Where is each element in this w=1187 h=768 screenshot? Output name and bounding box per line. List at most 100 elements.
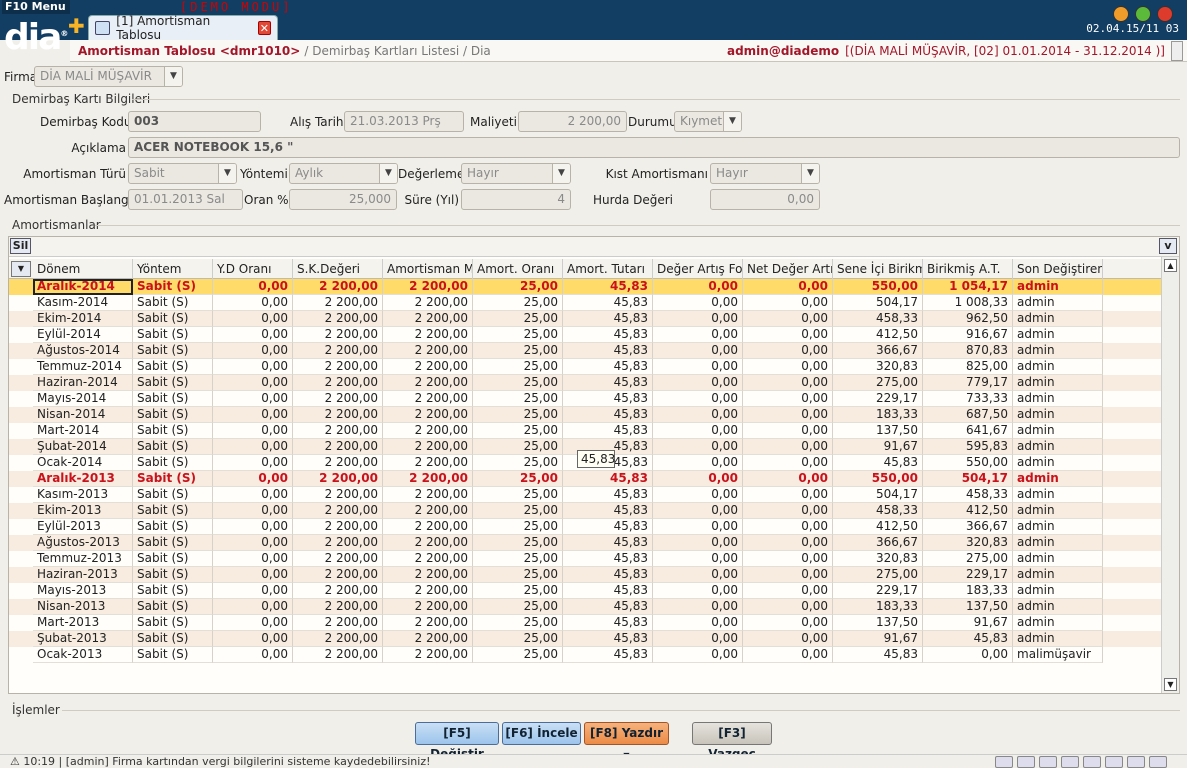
table-cell[interactable]: 45,83: [563, 279, 653, 295]
table-cell[interactable]: admin: [1013, 455, 1103, 471]
table-cell[interactable]: 25,00: [473, 583, 563, 599]
table-cell[interactable]: 45,83: [563, 583, 653, 599]
table-cell[interactable]: 0,00: [743, 359, 833, 375]
table-cell[interactable]: 45,83: [833, 647, 923, 663]
column-header[interactable]: Y.D Oranı: [213, 259, 293, 279]
table-cell[interactable]: 2 200,00: [383, 503, 473, 519]
table-cell[interactable]: 0,00: [743, 295, 833, 311]
table-cell[interactable]: 45,83: [563, 647, 653, 663]
column-menu-button[interactable]: v: [1159, 238, 1177, 254]
table-cell[interactable]: 45,83: [563, 503, 653, 519]
help-icon[interactable]: [995, 756, 1013, 768]
table-cell[interactable]: 0,00: [213, 279, 293, 295]
table-cell[interactable]: 45,83: [563, 423, 653, 439]
table-cell[interactable]: 0,00: [653, 423, 743, 439]
table-row[interactable]: Ocak-2013 Sabit (S) 0,00 2 200,00 2 200,00 25…: [9, 647, 1161, 663]
table-cell[interactable]: 366,67: [833, 535, 923, 551]
table-cell[interactable]: 320,83: [833, 359, 923, 375]
table-cell[interactable]: 0,00: [653, 455, 743, 471]
table-cell[interactable]: malimüşavir: [1013, 647, 1103, 663]
table-cell[interactable]: 0,00: [743, 599, 833, 615]
maximize-icon[interactable]: [1135, 6, 1151, 22]
table-cell[interactable]: 962,50: [923, 311, 1013, 327]
table-cell[interactable]: Mart-2014: [33, 423, 133, 439]
table-cell[interactable]: 595,83: [923, 439, 1013, 455]
table-cell[interactable]: Sabit (S): [133, 487, 213, 503]
table-cell[interactable]: admin: [1013, 471, 1103, 487]
table-cell[interactable]: 25,00: [473, 439, 563, 455]
vertical-scrollbar[interactable]: ▲ ▼: [1161, 257, 1179, 693]
table-cell[interactable]: 0,00: [653, 519, 743, 535]
table-cell[interactable]: 25,00: [473, 391, 563, 407]
table-cell[interactable]: 0,00: [213, 391, 293, 407]
table-cell[interactable]: 0,00: [743, 343, 833, 359]
table-cell[interactable]: admin: [1013, 359, 1103, 375]
table-cell[interactable]: 412,50: [833, 327, 923, 343]
table-cell[interactable]: 25,00: [473, 551, 563, 567]
table-cell[interactable]: 91,67: [833, 439, 923, 455]
table-cell[interactable]: 0,00: [743, 647, 833, 663]
table-cell[interactable]: 183,33: [923, 583, 1013, 599]
table-cell[interactable]: 45,83: [563, 327, 653, 343]
tab-close-icon[interactable]: ✕: [257, 21, 271, 35]
table-cell[interactable]: Aralık-2014: [33, 279, 133, 295]
table-cell[interactable]: 25,00: [473, 295, 563, 311]
table-cell[interactable]: admin: [1013, 503, 1103, 519]
table-cell[interactable]: 2 200,00: [293, 487, 383, 503]
table-cell[interactable]: 2 200,00: [383, 311, 473, 327]
table-cell[interactable]: Eylül-2013: [33, 519, 133, 535]
tab-amortisman-tablosu[interactable]: [1] Amortisman Tablosu ✕: [88, 14, 278, 42]
amortisman-turu-select[interactable]: Sabit ▼: [128, 163, 237, 184]
degerleme-select[interactable]: Hayır ▼: [461, 163, 571, 184]
table-cell[interactable]: 229,17: [833, 583, 923, 599]
table-cell[interactable]: 0,00: [743, 311, 833, 327]
table-cell[interactable]: 2 200,00: [293, 567, 383, 583]
table-cell[interactable]: admin: [1013, 343, 1103, 359]
table-row[interactable]: Eylül-2013 Sabit (S) 0,00 2 200,00 2 200,00 2…: [9, 519, 1161, 535]
table-cell[interactable]: 25,00: [473, 407, 563, 423]
table-cell[interactable]: 2 200,00: [293, 551, 383, 567]
table-cell[interactable]: 0,00: [653, 295, 743, 311]
table-cell[interactable]: 2 200,00: [293, 599, 383, 615]
table-cell[interactable]: 275,00: [833, 567, 923, 583]
table-cell[interactable]: 0,00: [653, 359, 743, 375]
table-cell[interactable]: 25,00: [473, 487, 563, 503]
table-cell[interactable]: 25,00: [473, 327, 563, 343]
table-cell[interactable]: 687,50: [923, 407, 1013, 423]
table-cell[interactable]: 0,00: [653, 631, 743, 647]
table-cell[interactable]: 2 200,00: [293, 439, 383, 455]
table-cell[interactable]: 825,00: [923, 359, 1013, 375]
table-cell[interactable]: 0,00: [743, 503, 833, 519]
table-cell[interactable]: 412,50: [923, 503, 1013, 519]
table-cell[interactable]: 25,00: [473, 343, 563, 359]
table-cell[interactable]: 0,00: [213, 423, 293, 439]
user-icon[interactable]: [1083, 756, 1101, 768]
table-cell[interactable]: Sabit (S): [133, 583, 213, 599]
table-cell[interactable]: 2 200,00: [383, 567, 473, 583]
alis-tarihi-field[interactable]: 21.03.2013 Prş: [344, 111, 464, 132]
table-cell[interactable]: admin: [1013, 279, 1103, 295]
table-cell[interactable]: 0,00: [213, 583, 293, 599]
table-cell[interactable]: Kasım-2013: [33, 487, 133, 503]
chevron-down-icon[interactable]: ▼: [164, 67, 182, 86]
table-cell[interactable]: Mart-2013: [33, 615, 133, 631]
table-cell[interactable]: 2 200,00: [293, 455, 383, 471]
table-cell[interactable]: 2 200,00: [293, 343, 383, 359]
yazdir-button[interactable]: [F8] Yazdır ▼: [584, 722, 669, 760]
table-cell[interactable]: admin: [1013, 439, 1103, 455]
table-cell[interactable]: 25,00: [473, 567, 563, 583]
table-cell[interactable]: 25,00: [473, 503, 563, 519]
table-cell[interactable]: 2 200,00: [293, 615, 383, 631]
table-cell[interactable]: Sabit (S): [133, 551, 213, 567]
table-cell[interactable]: admin: [1013, 375, 1103, 391]
table-cell[interactable]: 0,00: [653, 439, 743, 455]
table-cell[interactable]: Ocak-2013: [33, 647, 133, 663]
table-cell[interactable]: Sabit (S): [133, 327, 213, 343]
table-cell[interactable]: 2 200,00: [383, 615, 473, 631]
chevron-down-icon[interactable]: ▼: [218, 164, 236, 183]
table-cell[interactable]: 45,83: [563, 551, 653, 567]
yontem-select[interactable]: Aylık ▼: [289, 163, 398, 184]
table-cell[interactable]: 0,00: [213, 519, 293, 535]
table-cell[interactable]: 0,00: [653, 567, 743, 583]
table-cell[interactable]: 25,00: [473, 647, 563, 663]
